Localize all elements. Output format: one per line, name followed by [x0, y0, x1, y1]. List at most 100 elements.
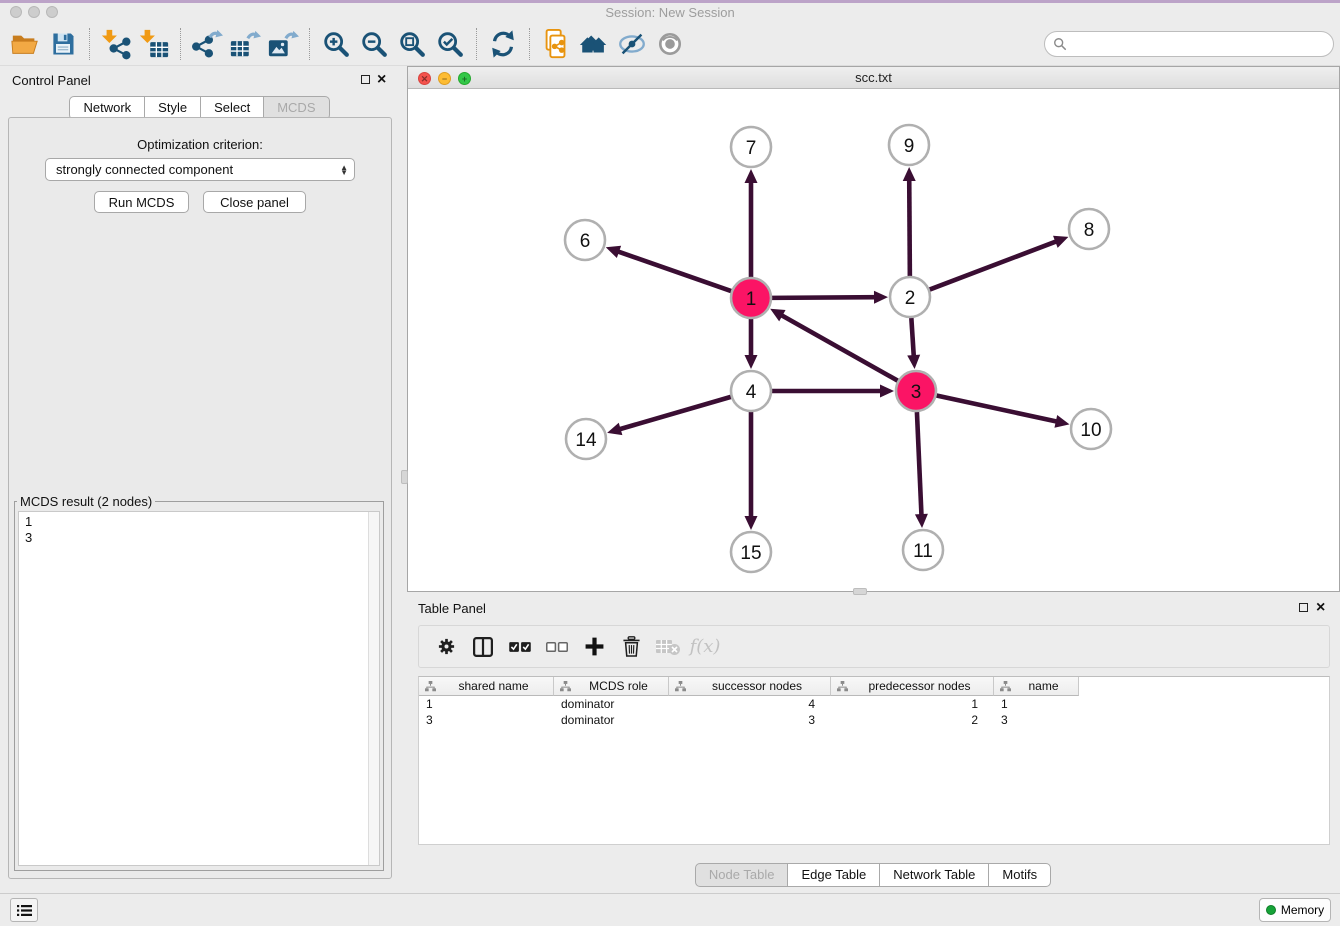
table-cell[interactable]: 3 [669, 712, 831, 728]
select-all-columns-button[interactable] [503, 630, 537, 664]
column-header-MCDS-role[interactable]: MCDS role [554, 677, 669, 696]
column-header-shared-name[interactable]: shared name [419, 677, 554, 696]
vertical-splitter-handle[interactable] [401, 470, 408, 484]
search-input[interactable] [1067, 34, 1333, 54]
node-table: shared name MCDS role successor nodes prede… [418, 676, 1330, 845]
tab-network-table[interactable]: Network Table [879, 863, 989, 887]
network-minimize-button[interactable]: − [438, 72, 451, 85]
network-edge-1-6[interactable] [617, 251, 731, 291]
network-edge-3-1[interactable] [781, 315, 898, 381]
maximize-window-button[interactable] [46, 6, 58, 18]
network-edge-2-9[interactable] [909, 179, 910, 276]
delete-columns-button[interactable] [614, 630, 648, 664]
unchecked-boxes-icon [545, 640, 569, 654]
network-close-button[interactable]: ✕ [418, 72, 431, 85]
zoom-out-button[interactable] [355, 25, 393, 63]
table-toolbar: f(x) [418, 625, 1330, 668]
optimization-criterion-dropdown[interactable]: strongly connected component ▲▼ [45, 158, 355, 181]
delete-table-icon [655, 638, 681, 656]
import-network-button[interactable] [97, 25, 135, 63]
table-cell[interactable]: 1 [831, 696, 994, 712]
table-cell[interactable]: 3 [419, 712, 554, 728]
network-edge-3-10[interactable] [937, 395, 1058, 421]
window-title: Session: New Session [0, 3, 1340, 22]
export-image-button[interactable] [264, 25, 302, 63]
hide-selected-button[interactable] [613, 25, 651, 63]
refresh-button[interactable] [484, 25, 522, 63]
export-network-button[interactable] [188, 25, 226, 63]
table-cell[interactable]: 1 [419, 696, 554, 712]
float-table-panel-icon[interactable] [1299, 603, 1308, 612]
run-mcds-button[interactable]: Run MCDS [94, 191, 189, 213]
zoom-in-button[interactable] [317, 25, 355, 63]
tab-motifs[interactable]: Motifs [988, 863, 1051, 887]
network-maximize-button[interactable]: + [458, 72, 471, 85]
unselect-all-columns-button[interactable] [540, 630, 574, 664]
delete-table-button[interactable] [651, 630, 685, 664]
column-header-label: MCDS role [571, 679, 666, 693]
column-header-label: shared name [436, 679, 551, 693]
plus-icon [584, 636, 605, 657]
mcds-result-groupbox: MCDS result (2 nodes) 1 3 [14, 494, 384, 871]
table-cell[interactable]: 3 [994, 712, 1079, 728]
houses-button[interactable] [575, 25, 613, 63]
show-columns-button[interactable] [466, 630, 500, 664]
column-header-name[interactable]: name [994, 677, 1079, 696]
zoom-selected-button[interactable] [431, 25, 469, 63]
hierarchy-icon [425, 681, 436, 692]
tab-node-table[interactable]: Node Table [695, 863, 789, 887]
network-edge-arrow [903, 167, 916, 181]
table-row[interactable]: 1dominator411 [419, 696, 1329, 712]
clone-network-button[interactable] [537, 25, 575, 63]
table-panel-header: Table Panel × [407, 598, 1340, 620]
table-cell[interactable]: 1 [994, 696, 1079, 712]
function-builder-button[interactable]: f(x) [688, 630, 722, 664]
column-header-successor-nodes[interactable]: successor nodes [669, 677, 831, 696]
table-cell[interactable]: dominator [554, 712, 669, 728]
open-file-button[interactable] [6, 25, 44, 63]
mcds-result-textarea[interactable]: 1 3 [18, 511, 380, 866]
network-edge-3-11[interactable] [917, 412, 922, 516]
close-table-panel-icon[interactable]: × [1316, 602, 1325, 614]
network-edge-2-8[interactable] [930, 241, 1058, 289]
import-table-button[interactable] [135, 25, 173, 63]
network-canvas[interactable]: 7968124314101511 [408, 89, 1339, 591]
network-edge-arrow [1054, 415, 1069, 428]
optimization-criterion-label: Optimization criterion: [8, 137, 392, 152]
table-cell[interactable]: dominator [554, 696, 669, 712]
close-panel-icon[interactable]: × [377, 74, 386, 86]
result-scrollbar[interactable] [368, 512, 379, 865]
network-edge-arrow [1053, 236, 1068, 248]
tab-edge-table[interactable]: Edge Table [787, 863, 880, 887]
table-row[interactable]: 3dominator323 [419, 712, 1329, 728]
network-edge-2-3[interactable] [911, 318, 913, 357]
task-history-button[interactable] [10, 898, 38, 922]
column-header-label: predecessor nodes [848, 679, 991, 693]
close-panel-button[interactable]: Close panel [203, 191, 306, 213]
network-edge-1-2[interactable] [772, 297, 876, 298]
network-edge-arrow [907, 355, 920, 369]
float-panel-icon[interactable] [361, 75, 370, 84]
zoom-fit-button[interactable] [393, 25, 431, 63]
close-window-button[interactable] [10, 6, 22, 18]
minimize-window-button[interactable] [28, 6, 40, 18]
column-header-label: successor nodes [686, 679, 828, 693]
list-icon [17, 904, 32, 917]
table-cell[interactable]: 4 [669, 696, 831, 712]
hierarchy-icon [1000, 681, 1011, 692]
node-table-header: shared name MCDS role successor nodes prede… [419, 677, 1329, 696]
network-edge-4-14[interactable] [619, 397, 731, 430]
column-header-label: name [1011, 679, 1076, 693]
column-header-predecessor-nodes[interactable]: predecessor nodes [831, 677, 994, 696]
table-cell[interactable]: 2 [831, 712, 994, 728]
horizontal-splitter-handle[interactable] [853, 588, 867, 595]
save-session-button[interactable] [44, 25, 82, 63]
table-mode-button[interactable] [429, 630, 463, 664]
mcds-result-lines: 1 3 [19, 512, 379, 546]
export-table-button[interactable] [226, 25, 264, 63]
zoom-fit-icon [397, 29, 427, 59]
create-column-button[interactable] [577, 630, 611, 664]
memory-button[interactable]: Memory [1259, 898, 1331, 922]
network-edge-arrow [880, 385, 894, 398]
show-selected-button[interactable] [651, 25, 689, 63]
